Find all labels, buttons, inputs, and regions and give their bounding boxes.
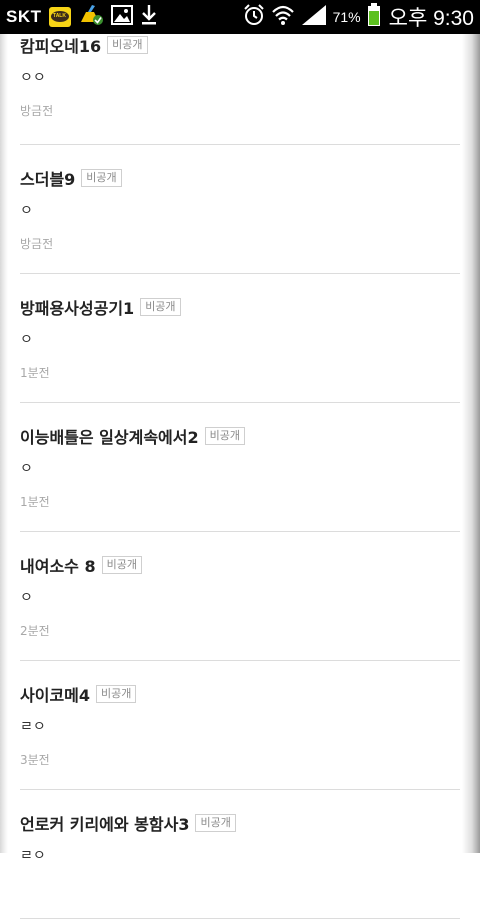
post-body: ㅇ: [20, 590, 33, 606]
private-badge: 비공개: [107, 36, 148, 54]
private-badge: 비공개: [96, 685, 137, 703]
private-badge: 비공개: [140, 298, 181, 316]
cleaner-app-icon: [78, 4, 104, 30]
alarm-icon: [243, 4, 265, 30]
post-body: ㅇ: [20, 461, 33, 477]
post-time: 3분전: [20, 753, 50, 767]
post-title: 방패용사성공기1: [20, 299, 135, 318]
kakaotalk-icon: TALK: [48, 7, 71, 27]
image-icon: [110, 5, 133, 29]
post-title: 이능배틀은 일상계속에서2: [20, 428, 199, 447]
private-badge: 비공개: [195, 814, 236, 832]
post-title: 내여소수 8: [20, 557, 96, 576]
wifi-icon: [271, 4, 295, 30]
post-time: 방금전: [20, 237, 54, 251]
status-bar: SKT TALK 71% 오후 9:30: [0, 0, 480, 34]
private-badge: 비공개: [204, 427, 245, 445]
post-list: 캄피오네16 비공개 ㅇㅇ 방금전 스더블9 비공개 ㅇ 방금전 방패용사성공기…: [20, 34, 460, 919]
left-frame-shadow: [0, 34, 8, 853]
post-body: ㄹㅇ: [20, 848, 46, 864]
download-icon: [140, 4, 158, 30]
clock: 오후 9:30: [388, 7, 474, 30]
battery-icon: [367, 3, 381, 31]
list-item[interactable]: 언로커 키리에와 봉함사3 비공개 ㄹㅇ: [20, 790, 460, 919]
battery-percent: 71%: [332, 9, 361, 25]
carrier-label: SKT: [6, 7, 42, 26]
post-time: 1분전: [20, 366, 50, 380]
post-title: 스더블9: [20, 170, 76, 189]
private-badge: 비공개: [81, 169, 122, 187]
list-item[interactable]: 스더블9 비공개 ㅇ 방금전: [20, 145, 460, 274]
post-title: 사이코메4: [20, 686, 91, 705]
post-body: ㅇ: [20, 203, 33, 219]
post-title: 캄피오네16: [20, 37, 102, 56]
scrollbar-edge: [462, 34, 480, 853]
post-body: ㅇㅇ: [20, 70, 46, 86]
list-item[interactable]: 이능배틀은 일상계속에서2 비공개 ㅇ 1분전: [20, 403, 460, 532]
post-title: 언로커 키리에와 봉함사3: [20, 815, 190, 834]
post-time: 2분전: [20, 624, 50, 638]
list-item[interactable]: 내여소수 8 비공개 ㅇ 2분전: [20, 532, 460, 661]
list-item[interactable]: 방패용사성공기1 비공개 ㅇ 1분전: [20, 274, 460, 403]
private-badge: 비공개: [101, 556, 142, 574]
signal-icon: [301, 4, 327, 30]
post-time: 1분전: [20, 495, 50, 509]
post-body: ㅇ: [20, 332, 33, 348]
post-body: ㄹㅇ: [20, 719, 46, 735]
post-time: 방금전: [20, 104, 54, 118]
list-item[interactable]: 사이코메4 비공개 ㄹㅇ 3분전: [20, 661, 460, 790]
list-item[interactable]: 캄피오네16 비공개 ㅇㅇ 방금전: [20, 34, 460, 145]
